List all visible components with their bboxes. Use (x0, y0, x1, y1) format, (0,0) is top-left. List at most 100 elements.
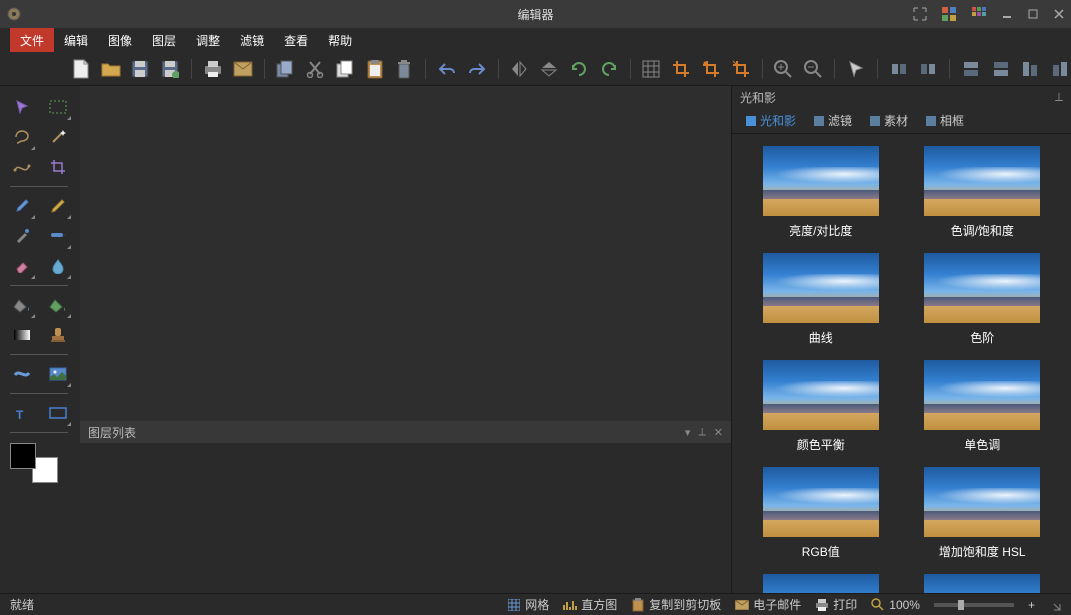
menu-layer[interactable]: 图层 (142, 28, 186, 53)
open-file-button[interactable] (100, 57, 122, 81)
fullscreen-icon[interactable] (913, 7, 927, 21)
eraser-tool[interactable] (10, 254, 34, 278)
menu-filter[interactable]: 滤镜 (230, 28, 274, 53)
marquee-tool[interactable] (46, 95, 70, 119)
layer-close-icon[interactable]: ✕ (714, 426, 723, 439)
align2-button[interactable] (917, 57, 939, 81)
delete-button[interactable] (393, 57, 415, 81)
paste-button[interactable] (364, 57, 386, 81)
wand-tool[interactable] (46, 125, 70, 149)
foreground-color[interactable] (10, 443, 36, 469)
right-panel-header: 光和影 ⟂ (732, 86, 1071, 108)
effect-hue-saturation[interactable]: 色调/饱和度 (924, 146, 1040, 239)
status-grid[interactable]: 网格 (507, 596, 549, 613)
copy-button[interactable] (274, 57, 296, 81)
redo-button[interactable] (466, 57, 488, 81)
menu-view[interactable]: 查看 (274, 28, 318, 53)
status-print[interactable]: 打印 (815, 596, 857, 613)
email-button[interactable] (232, 57, 254, 81)
effect-hsl-saturation[interactable]: 增加饱和度 HSL (924, 467, 1040, 560)
tab-light-shadow[interactable]: 光和影 (738, 108, 804, 133)
blur-tool[interactable] (46, 254, 70, 278)
copy2-button[interactable] (334, 57, 356, 81)
align3-button[interactable] (960, 57, 982, 81)
menu-edit[interactable]: 编辑 (54, 28, 98, 53)
align4-button[interactable] (990, 57, 1012, 81)
crop2-button[interactable] (700, 57, 722, 81)
zoom-in-button[interactable] (773, 57, 795, 81)
airbrush-tool[interactable] (10, 224, 34, 248)
crop1-button[interactable] (670, 57, 692, 81)
grid-button[interactable] (641, 57, 663, 81)
print-button[interactable] (202, 57, 224, 81)
effect-thumb (924, 253, 1040, 323)
status-email[interactable]: 电子邮件 (735, 596, 801, 613)
brush-tool[interactable] (10, 194, 34, 218)
close-button[interactable] (1053, 8, 1065, 20)
effects-grid: 亮度/对比度 色调/饱和度 曲线 色阶 颜色平衡 单色调 RGB值 增加饱和度 … (732, 134, 1071, 593)
status-slider[interactable] (934, 603, 1014, 607)
status-histogram[interactable]: 直方图 (563, 596, 617, 613)
layer-dropdown-icon[interactable]: ▾ (685, 426, 691, 439)
tab-material[interactable]: 素材 (862, 108, 916, 133)
canvas[interactable] (80, 86, 731, 421)
gradient-tool[interactable] (46, 293, 70, 317)
status-zoom[interactable]: 100% (871, 598, 920, 612)
maximize-button[interactable] (1027, 8, 1039, 20)
path-tool[interactable] (10, 155, 34, 179)
menu-help[interactable]: 帮助 (318, 28, 362, 53)
color-swatch[interactable] (10, 443, 58, 483)
shape-tool[interactable] (46, 401, 70, 425)
minimize-button[interactable] (1001, 8, 1013, 20)
menu-adjust[interactable]: 调整 (186, 28, 230, 53)
align1-button[interactable] (888, 57, 910, 81)
pencil-tool[interactable] (46, 194, 70, 218)
crop-tool[interactable] (46, 155, 70, 179)
smudge-tool[interactable] (10, 362, 34, 386)
cut-button[interactable] (304, 57, 326, 81)
lasso-tool[interactable] (10, 125, 34, 149)
rotate-right-button[interactable] (598, 57, 620, 81)
effect-monochrome[interactable]: 单色调 (924, 360, 1040, 453)
menu-image[interactable]: 图像 (98, 28, 142, 53)
effect-color-balance[interactable]: 颜色平衡 (763, 360, 879, 453)
effect-brightness-contrast[interactable]: 亮度/对比度 (763, 146, 879, 239)
status-clipboard[interactable]: 复制到剪切板 (631, 596, 721, 613)
app-icon (6, 6, 22, 22)
status-plus[interactable]: + (1028, 598, 1035, 612)
status-resize-icon[interactable] (1049, 599, 1061, 611)
menu-file[interactable]: 文件 (10, 28, 54, 53)
zoom-out-button[interactable] (802, 57, 824, 81)
tab-frame[interactable]: 相框 (918, 108, 972, 133)
undo-button[interactable] (436, 57, 458, 81)
pointer2-button[interactable] (845, 57, 867, 81)
text-tool[interactable]: T (10, 401, 34, 425)
tab-filter[interactable]: 滤镜 (806, 108, 860, 133)
stamp-tool[interactable] (46, 323, 70, 347)
flip-v-button[interactable] (538, 57, 560, 81)
image-tool[interactable] (46, 362, 70, 386)
pointer-tool[interactable] (10, 95, 34, 119)
new-file-button[interactable] (70, 57, 92, 81)
save-as-button[interactable] (159, 57, 181, 81)
layer-pin-icon[interactable]: ⟂ (698, 426, 705, 439)
save-button[interactable] (130, 57, 152, 81)
palette-icon[interactable] (941, 6, 957, 22)
effect-curves[interactable]: 曲线 (763, 253, 879, 346)
rotate-left-button[interactable] (568, 57, 590, 81)
grid-icon[interactable] (971, 6, 987, 22)
tab-icon (746, 116, 756, 126)
effect-item[interactable] (924, 574, 1040, 593)
right-pin-icon[interactable]: ⟂ (1055, 90, 1063, 105)
right-panel: 光和影 ⟂ 光和影 滤镜 素材 相框 亮度/对比度 色调/饱和度 曲线 色阶 颜… (731, 86, 1071, 593)
align5-button[interactable] (1020, 57, 1042, 81)
gradient2-tool[interactable] (10, 323, 34, 347)
align6-button[interactable] (1049, 57, 1071, 81)
effect-levels[interactable]: 色阶 (924, 253, 1040, 346)
crop3-button[interactable] (730, 57, 752, 81)
fill-tool[interactable] (10, 293, 34, 317)
marker-tool[interactable] (46, 224, 70, 248)
effect-rgb[interactable]: RGB值 (763, 467, 879, 560)
effect-item[interactable] (763, 574, 879, 593)
flip-h-button[interactable] (509, 57, 531, 81)
